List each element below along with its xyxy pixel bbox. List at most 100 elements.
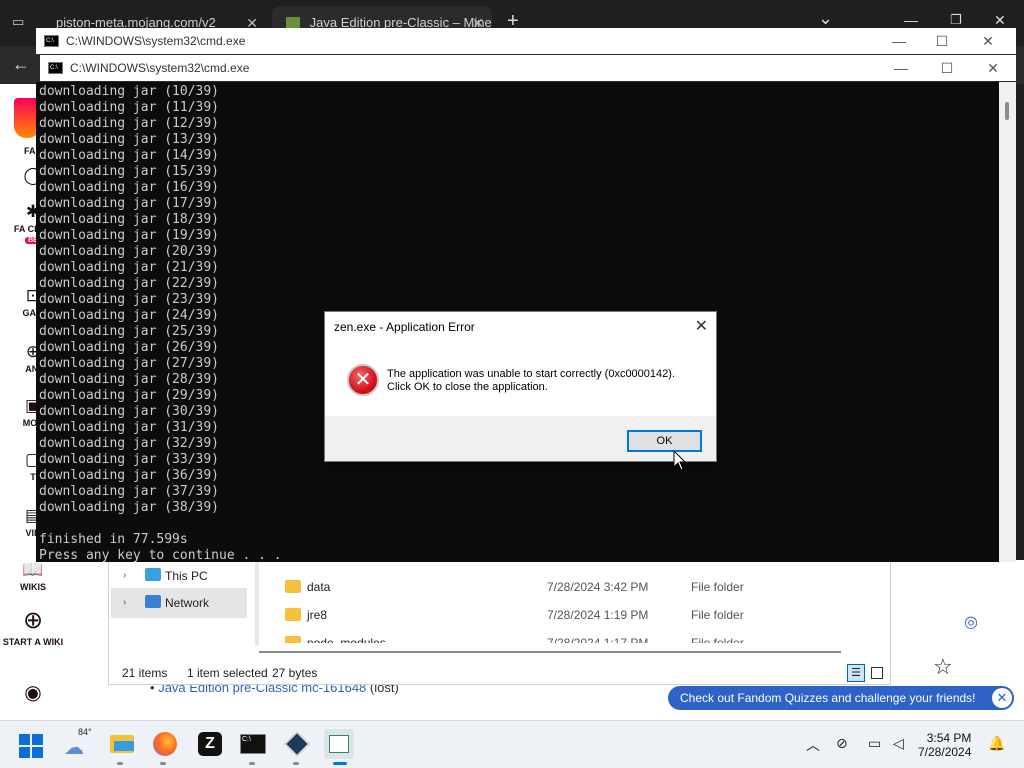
- firefox-icon[interactable]: [150, 729, 180, 759]
- console-line: downloading jar (20/39): [39, 244, 220, 259]
- sidebar-item-label: WIKIS: [20, 582, 46, 592]
- console-line: downloading jar (37/39): [39, 484, 220, 499]
- cmd-icon: C:\: [48, 62, 63, 74]
- close-icon[interactable]: ✕: [992, 688, 1012, 708]
- chevron-up-icon[interactable]: ︿: [806, 735, 820, 755]
- sidebar-item-account[interactable]: ◉: [0, 680, 66, 707]
- minecraft-launcher-icon[interactable]: [282, 729, 312, 759]
- console-line: downloading jar (10/39): [39, 84, 220, 99]
- ok-button[interactable]: OK: [627, 430, 702, 452]
- nav-item-label: This PC: [165, 569, 208, 583]
- pane-splitter[interactable]: [255, 561, 259, 646]
- dialog-body: ✕ The application was unable to start co…: [325, 342, 716, 416]
- maximize-icon[interactable]: ☐: [919, 28, 965, 54]
- console-line: downloading jar (15/39): [39, 164, 220, 179]
- status-bar: 21 items 1 item selected 27 bytes ☰: [109, 662, 890, 684]
- banner-text: Check out Fandom Quizzes and challenge y…: [680, 691, 976, 705]
- cmd-window-back-titlebar[interactable]: C:\ C:\WINDOWS\system32\cmd.exe — ☐ ✕: [36, 28, 1016, 54]
- details-view-button[interactable]: ☰: [847, 664, 865, 682]
- tab-actions-icon[interactable]: ▭: [12, 14, 24, 30]
- minimize-icon[interactable]: —: [904, 12, 918, 28]
- restore-icon[interactable]: ❐: [950, 12, 962, 28]
- network-off-icon[interactable]: ⊘: [836, 735, 848, 752]
- fandom-quiz-banner[interactable]: Check out Fandom Quizzes and challenge y…: [668, 686, 1014, 710]
- volume-icon[interactable]: ◁: [893, 735, 904, 752]
- tiles-view-button[interactable]: [871, 667, 883, 679]
- running-indicator: [249, 762, 255, 765]
- minimize-icon[interactable]: —: [878, 55, 924, 81]
- folder-icon: [285, 608, 301, 621]
- notepad-icon[interactable]: [324, 729, 354, 759]
- sidebar-item-wikis[interactable]: 📖 WIKIS: [0, 560, 66, 592]
- console-line: finished in 77.599s: [39, 532, 188, 547]
- chevron-right-icon[interactable]: ›: [123, 561, 126, 591]
- running-indicator: [117, 762, 123, 765]
- file-type: File folder: [691, 580, 744, 594]
- console-line: downloading jar (33/39): [39, 452, 220, 467]
- dialog-titlebar[interactable]: zen.exe - Application Error ✕: [325, 312, 716, 342]
- nav-item-this-pc[interactable]: › This PC: [111, 561, 247, 591]
- console-line: downloading jar (12/39): [39, 116, 220, 131]
- chevron-right-icon[interactable]: ›: [123, 588, 126, 618]
- file-date: 7/28/2024 3:42 PM: [547, 580, 649, 594]
- clock-date: 7/28/2024: [918, 745, 972, 759]
- weather-widget[interactable]: ☁ 84°: [62, 727, 98, 759]
- console-line: downloading jar (28/39): [39, 372, 220, 387]
- back-arrow-icon[interactable]: ←: [12, 54, 30, 75]
- nav-item-label: Network: [165, 596, 210, 610]
- compass-icon[interactable]: ◎: [964, 612, 978, 632]
- running-indicator-active: [333, 762, 347, 765]
- file-row[interactable]: data 7/28/2024 3:42 PM File folder: [285, 573, 885, 601]
- weather-temp: 84°: [78, 727, 92, 737]
- console-line: downloading jar (31/39): [39, 420, 220, 435]
- console-line: downloading jar (32/39): [39, 436, 220, 451]
- network-icon: [145, 595, 161, 608]
- sidebar-item-label: T: [30, 472, 36, 482]
- terminal-icon[interactable]: C:\: [238, 729, 268, 759]
- maximize-icon[interactable]: ☐: [924, 55, 970, 81]
- file-date: 7/28/2024 1:19 PM: [547, 608, 649, 622]
- console-line: downloading jar (24/39): [39, 308, 220, 323]
- tab-list-button[interactable]: ⌄: [818, 8, 833, 29]
- console-line: downloading jar (29/39): [39, 388, 220, 403]
- sidebar-item-label: START A WIKI: [2, 637, 64, 647]
- plus-circle-icon: ⊕: [22, 607, 44, 634]
- application-error-dialog: zen.exe - Application Error ✕ ✕ The appl…: [324, 311, 717, 462]
- file-type: File folder: [691, 608, 744, 622]
- selection-count: 1 item selected: [187, 666, 268, 680]
- vertical-scrollbar[interactable]: [999, 82, 1016, 562]
- console-line: downloading jar (26/39): [39, 340, 220, 355]
- file-row[interactable]: node_modules 7/28/2024 1:17 PM File fold…: [285, 629, 885, 643]
- close-icon[interactable]: ✕: [965, 28, 1011, 54]
- mouse-cursor-icon: [673, 450, 687, 471]
- close-icon[interactable]: ✕: [970, 55, 1016, 81]
- console-line: downloading jar (14/39): [39, 148, 220, 163]
- start-icon[interactable]: [18, 733, 44, 759]
- bell-icon[interactable]: 🔔: [988, 735, 1005, 752]
- sidebar-item-start-wiki[interactable]: ⊕ START A WIKI: [0, 606, 66, 647]
- file-date: 7/28/2024 1:17 PM: [547, 636, 649, 643]
- close-icon[interactable]: ✕: [695, 312, 708, 342]
- selection-size: 27 bytes: [272, 666, 318, 680]
- console-text: downloading jar (10/39) downloading jar (…: [39, 84, 282, 562]
- cmd-window-titlebar[interactable]: C:\ C:\WINDOWS\system32\cmd.exe — ☐ ✕: [40, 55, 1016, 81]
- navigation-pane: › This PC › Network: [109, 561, 257, 646]
- clock[interactable]: 3:54 PM 7/28/2024: [918, 731, 971, 759]
- console-line: downloading jar (16/39): [39, 180, 220, 195]
- file-explorer-icon[interactable]: [108, 729, 138, 759]
- zen-app-icon[interactable]: Z: [195, 729, 225, 759]
- folder-icon: [285, 636, 301, 643]
- file-row[interactable]: jre8 7/28/2024 1:19 PM File folder: [285, 601, 885, 629]
- clock-time: 3:54 PM: [926, 731, 972, 745]
- nav-item-network[interactable]: › Network: [111, 588, 247, 618]
- display-icon[interactable]: ▭: [868, 735, 881, 752]
- scrollbar-thumb[interactable]: [1005, 102, 1009, 120]
- zen-app-label: Z: [198, 732, 222, 756]
- console-line: Press any key to continue . . .: [39, 548, 282, 562]
- minimize-icon[interactable]: —: [876, 28, 922, 54]
- close-icon[interactable]: ✕: [994, 12, 1006, 29]
- horizontal-scrollbar[interactable]: [259, 651, 841, 653]
- console-line: downloading jar (27/39): [39, 356, 220, 371]
- star-icon[interactable]: ☆: [933, 654, 953, 680]
